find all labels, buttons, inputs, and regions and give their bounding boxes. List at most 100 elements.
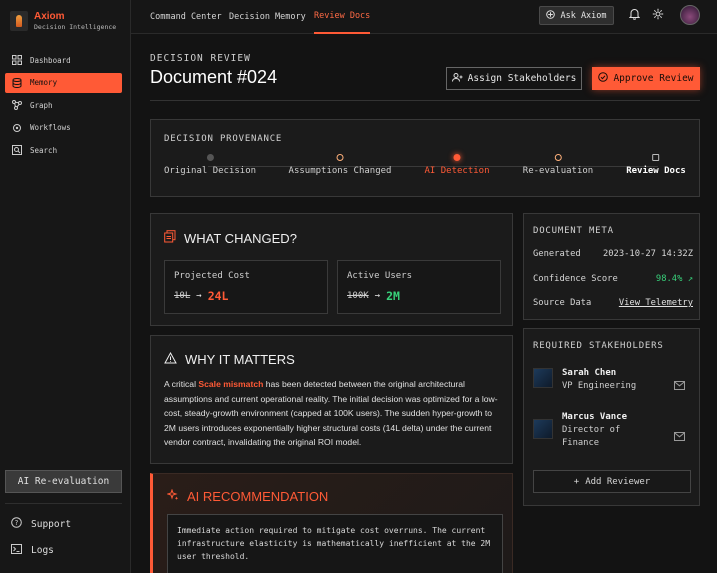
- meta-generated-label: Generated: [533, 249, 581, 259]
- step-dot: [652, 154, 660, 161]
- sidebar-item-label: Graph: [30, 100, 53, 110]
- sidebar-item-graph[interactable]: Graph: [5, 95, 122, 115]
- meta-generated-row: Generated 2023-10-27 14:32Z: [533, 249, 693, 259]
- metric-label: Active Users: [347, 271, 413, 281]
- provenance-step-reevaluation[interactable]: Re-evaluation: [523, 154, 593, 176]
- step-dot: [336, 154, 344, 161]
- meta-confidence-label: Confidence Score: [533, 274, 618, 284]
- provenance-step-review-docs[interactable]: Review Docs: [626, 154, 686, 176]
- stakeholders-label: REQUIRED STAKEHOLDERS: [533, 341, 664, 351]
- meta-source-row: Source Data View Telemetry: [533, 298, 693, 308]
- sparkle-icon: [546, 9, 556, 22]
- brand[interactable]: Axiom Decision Intelligence: [10, 11, 116, 31]
- sidebar-item-dashboard[interactable]: Dashboard: [5, 50, 122, 70]
- page-kicker: DECISION REVIEW: [150, 53, 251, 64]
- stakeholder-role: Director of Finance: [562, 425, 621, 448]
- why-it-matters-body: A critical Scale mismatch has been detec…: [164, 377, 504, 450]
- sidebar-item-label: Memory: [30, 78, 58, 87]
- metric-projected-cost: Projected Cost 10L → 24L: [164, 260, 328, 314]
- stakeholder-name: Sarah Chen: [562, 368, 617, 378]
- tab-decision-memory[interactable]: Decision Memory: [229, 0, 306, 34]
- assign-stakeholders-button[interactable]: Assign Stakeholders: [446, 67, 582, 90]
- ai-recommendation-heading: AI RECOMMENDATION: [166, 488, 329, 504]
- ask-axiom-label: Ask Axiom: [560, 10, 607, 21]
- step-dot: [453, 154, 461, 161]
- sidebar-item-search[interactable]: Search: [5, 140, 122, 160]
- sparkle-icon: [166, 488, 179, 504]
- stakeholder-item[interactable]: Marcus Vance Director of Finance: [533, 412, 652, 450]
- meta-confidence-value: 98.4%: [655, 274, 683, 284]
- stakeholder-avatar: [533, 368, 553, 388]
- confidence-score: 98.4% ↗: [656, 274, 693, 284]
- metric-active-users: Active Users 100K → 2M: [337, 260, 501, 314]
- sidebar-item-memory[interactable]: Memory: [5, 72, 122, 93]
- add-reviewer-button[interactable]: + Add Reviewer: [533, 470, 691, 493]
- ask-axiom-button[interactable]: Ask Axiom: [539, 6, 614, 25]
- bell-icon[interactable]: [627, 7, 641, 21]
- view-telemetry-link[interactable]: View Telemetry: [619, 298, 693, 308]
- step-dot: [554, 154, 562, 161]
- tab-command-center[interactable]: Command Center: [150, 0, 222, 34]
- mail-icon[interactable]: [674, 375, 685, 394]
- app-root: Axiom Decision Intelligence Dashboard Me…: [0, 0, 717, 573]
- graph-icon: [12, 100, 22, 110]
- topbar: Command Center Decision Memory Review Do…: [131, 0, 717, 34]
- mail-icon[interactable]: [674, 426, 685, 445]
- approve-review-button[interactable]: Approve Review: [592, 67, 700, 90]
- add-reviewer-label: Add Reviewer: [585, 476, 651, 487]
- assign-stakeholders-label: Assign Stakeholders: [467, 73, 577, 84]
- document-meta-label: DOCUMENT META: [533, 226, 614, 236]
- svg-text:?: ?: [15, 519, 19, 527]
- page-title: Document #024: [150, 67, 278, 87]
- stakeholder-item[interactable]: Sarah Chen VP Engineering: [533, 368, 636, 393]
- approve-review-label: Approve Review: [613, 73, 694, 84]
- step-label: AI Detection: [424, 166, 490, 176]
- ai-recommendation-card: AI RECOMMENDATION Immediate action requi…: [150, 473, 513, 573]
- provenance-step-assumptions[interactable]: Assumptions Changed: [288, 154, 392, 176]
- logs-link[interactable]: Logs: [11, 544, 54, 557]
- metric-values: 10L → 24L: [174, 289, 228, 303]
- why-it-matters-heading: WHY IT MATTERS: [164, 351, 295, 367]
- provenance-step-ai-detection[interactable]: AI Detection: [424, 154, 490, 176]
- sidebar-divider: [5, 503, 122, 504]
- brand-subtitle: Decision Intelligence: [34, 23, 117, 31]
- tab-review-docs[interactable]: Review Docs: [314, 0, 371, 34]
- metric-new-value: 2M: [386, 289, 400, 303]
- sidebar: Axiom Decision Intelligence Dashboard Me…: [0, 0, 131, 573]
- user-avatar[interactable]: [680, 5, 700, 25]
- what-changed-title: WHAT CHANGED?: [184, 230, 297, 246]
- warning-icon: [164, 351, 177, 367]
- add-user-icon: [451, 72, 463, 85]
- search-icon: [12, 145, 22, 155]
- support-link[interactable]: ? Support: [11, 517, 71, 531]
- database-icon: [12, 77, 22, 88]
- ai-recommendation-title: AI RECOMMENDATION: [187, 489, 329, 504]
- gear-icon[interactable]: [651, 7, 665, 21]
- meta-generated-value: 2023-10-27 14:32Z: [602, 249, 693, 259]
- plus-icon: +: [573, 476, 580, 487]
- metric-values: 100K → 2M: [347, 289, 400, 303]
- document-copy-icon: [164, 230, 176, 246]
- scale-mismatch-highlight: Scale mismatch: [198, 379, 264, 389]
- what-changed-heading: WHAT CHANGED?: [164, 230, 297, 246]
- stakeholder-avatar: [533, 419, 553, 439]
- logs-label: Logs: [31, 545, 54, 556]
- why-text-post: has been detected between the original a…: [164, 379, 498, 447]
- step-label: Original Decision: [163, 166, 257, 176]
- metric-old-value: 100K: [347, 291, 369, 301]
- stakeholders-card: REQUIRED STAKEHOLDERS Sarah Chen VP Engi…: [523, 328, 700, 506]
- metric-new-value: 24L: [207, 289, 229, 303]
- axiom-logo-icon: [10, 11, 28, 31]
- step-label: Assumptions Changed: [288, 166, 392, 176]
- stakeholder-role: VP Engineering: [562, 381, 637, 391]
- meta-confidence-row: Confidence Score 98.4% ↗: [533, 274, 693, 284]
- sidebar-item-label: Workflows: [30, 123, 71, 132]
- ai-recommendation-text: Immediate action required to mitigate co…: [167, 514, 503, 573]
- sidebar-item-workflows[interactable]: Workflows: [5, 118, 122, 138]
- workflow-icon: [12, 123, 22, 133]
- provenance-step-original[interactable]: Original Decision: [164, 154, 256, 176]
- check-circle-icon: [598, 72, 609, 85]
- arrow-right-icon: →: [374, 291, 381, 301]
- ai-reevaluation-button[interactable]: AI Re-evaluation: [5, 470, 122, 493]
- why-it-matters-title: WHY IT MATTERS: [185, 352, 295, 367]
